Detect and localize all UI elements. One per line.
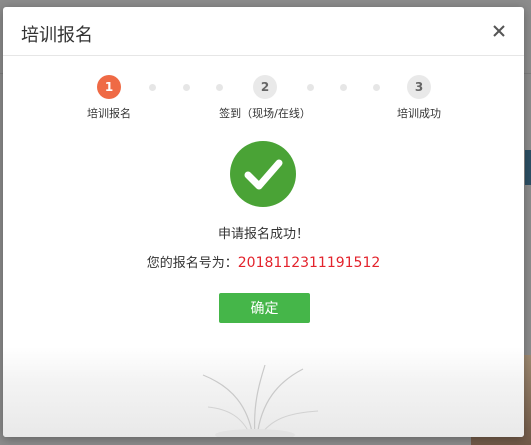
success-check-icon (230, 141, 296, 207)
step-3-label: 培训成功 (397, 107, 441, 120)
step-dot (373, 84, 380, 91)
confirm-button[interactable]: 确定 (219, 293, 310, 323)
close-button[interactable] (488, 20, 510, 42)
close-icon (493, 25, 505, 37)
dialog-title: 培训报名 (21, 25, 93, 46)
step-2-label: 签到（现场/在线） (219, 107, 311, 120)
step-1-label: 培训报名 (87, 107, 131, 120)
dialog-header: 培训报名 (3, 7, 524, 56)
progress-steps: 1 2 3 培训报名 签到（现场/在线） 培训成功 (3, 75, 524, 125)
registration-number-label: 您的报名号为： (146, 256, 238, 271)
success-message: 申请报名成功！ (217, 227, 309, 242)
step-dot (149, 84, 156, 91)
plant-illustration-icon (202, 364, 319, 437)
step-dot (307, 84, 314, 91)
registration-number-value: 2018112311191512 (237, 255, 381, 271)
step-dot (183, 84, 190, 91)
step-2-circle: 2 (253, 75, 277, 99)
registration-number-line: 您的报名号为：2018112311191512 (3, 252, 524, 271)
step-3-circle: 3 (407, 75, 431, 99)
step-dot (216, 84, 223, 91)
step-dot (340, 84, 347, 91)
registration-dialog: 培训报名 1 2 3 培训报名 签到（现场/在线） 培训成功 申请报名成功！ 您… (3, 7, 524, 437)
step-1-circle: 1 (97, 75, 121, 99)
backdrop-side-tab (525, 150, 531, 185)
dialog-background-art (3, 347, 524, 437)
